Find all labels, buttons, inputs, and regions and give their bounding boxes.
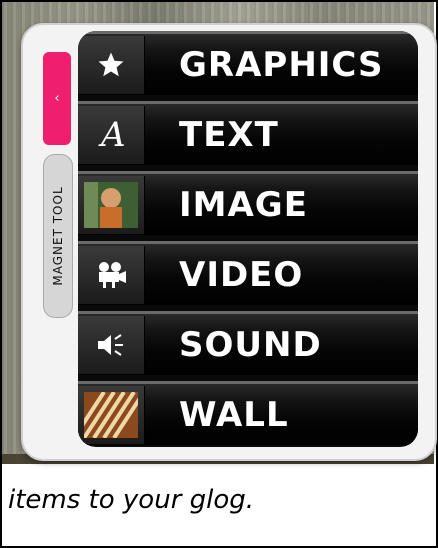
svg-text:A: A xyxy=(98,115,126,155)
star-icon xyxy=(78,35,145,94)
magnet-tool-tab[interactable]: MAGNET TOOL xyxy=(43,154,73,318)
menu-item-label: IMAGE xyxy=(179,184,308,225)
video-camera-icon xyxy=(78,245,145,304)
speaker-icon xyxy=(78,315,145,374)
menu-item-label: TEXT xyxy=(179,114,279,155)
menu-item-label: WALL xyxy=(179,394,289,435)
menu-item-sound[interactable]: SOUND xyxy=(78,311,418,375)
menu-item-video[interactable]: VIDEO xyxy=(78,241,418,305)
menu-item-text[interactable]: A TEXT xyxy=(78,101,418,165)
magnet-tool-label: MAGNET TOOL xyxy=(51,186,65,286)
caption-text: items to your glog. xyxy=(8,485,255,515)
menu: GRAPHICS A TEXT IMAGE VIDEO SOUND WALL xyxy=(78,31,418,447)
menu-item-label: VIDEO xyxy=(179,254,304,295)
wall-icon xyxy=(78,385,145,444)
menu-item-label: GRAPHICS xyxy=(179,44,384,85)
collapse-tab[interactable]: ‹ xyxy=(43,52,71,145)
image-icon xyxy=(78,175,145,234)
menu-item-wall[interactable]: WALL xyxy=(78,381,418,445)
menu-item-image[interactable]: IMAGE xyxy=(78,171,418,235)
menu-item-label: SOUND xyxy=(179,324,322,365)
chevron-left-icon: ‹ xyxy=(54,91,60,106)
menu-item-graphics[interactable]: GRAPHICS xyxy=(78,31,418,95)
text-icon: A xyxy=(78,105,145,164)
